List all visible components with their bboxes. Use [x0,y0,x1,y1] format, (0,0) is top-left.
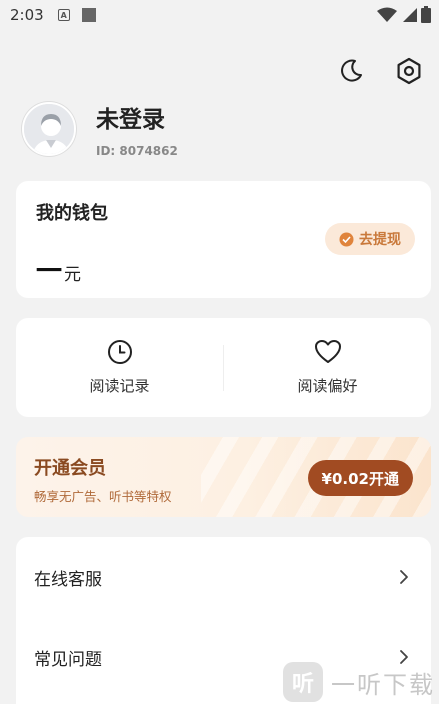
menu-item-online-service[interactable]: 在线客服 [16,537,431,617]
wallet-card: 我的钱包 一 元 去提现 [16,181,431,298]
reading-preference-label: 阅读偏好 [297,377,358,395]
default-avatar-icon [24,104,74,154]
wallet-amount: 一 [36,257,63,287]
username[interactable]: 未登录 [96,100,178,134]
notification-icon: A [57,9,70,21]
coin-icon [339,232,354,246]
profile-info: 未登录 ID: 8074862 [96,100,178,158]
status-indicators [377,6,431,23]
reading-history-label: 阅读记录 [89,377,150,395]
battery-icon [421,6,431,23]
withdraw-button[interactable]: 去提现 [325,223,415,255]
top-actions [335,55,425,87]
chevron-right-icon [400,570,408,584]
watermark-logo: 听 [283,662,323,702]
user-id: ID: 8074862 [96,144,178,158]
wallet-balance: 一 元 [36,251,81,288]
avatar[interactable] [22,102,76,156]
menu-item-label: 在线客服 [34,569,102,590]
wifi-icon [377,7,397,22]
profile-header[interactable]: 未登录 ID: 8074862 [22,100,178,158]
menu-item-label: 常见问题 [34,649,102,670]
clock-icon [107,340,132,364]
vip-open-button[interactable]: ¥0.02开通 [307,460,413,496]
notification-square-icon [81,8,96,22]
night-mode-button[interactable] [335,55,367,87]
vip-banner[interactable]: 开通会员 畅享无广告、听书等特权 ¥0.02开通 [16,437,431,517]
watermark: 听 一听下载 [283,662,439,702]
heart-icon [314,340,341,363]
watermark-text: 一听下载 [331,670,435,699]
withdraw-label: 去提现 [359,232,401,248]
moon-icon [341,59,362,82]
signal-icon [403,7,417,22]
hexagon-settings-icon [397,57,421,85]
quick-actions-card: 阅读记录 阅读偏好 [16,318,431,417]
reading-preference-button[interactable]: 阅读偏好 [224,339,431,396]
wallet-title: 我的钱包 [36,203,108,224]
status-time: 2:03 [10,6,44,24]
status-bar: 2:03 A [0,0,439,30]
settings-button[interactable] [393,55,425,87]
vip-subtitle: 畅享无广告、听书等特权 [34,489,172,504]
reading-history-button[interactable]: 阅读记录 [16,339,223,396]
wallet-unit: 元 [64,265,82,285]
vip-title: 开通会员 [34,458,106,479]
